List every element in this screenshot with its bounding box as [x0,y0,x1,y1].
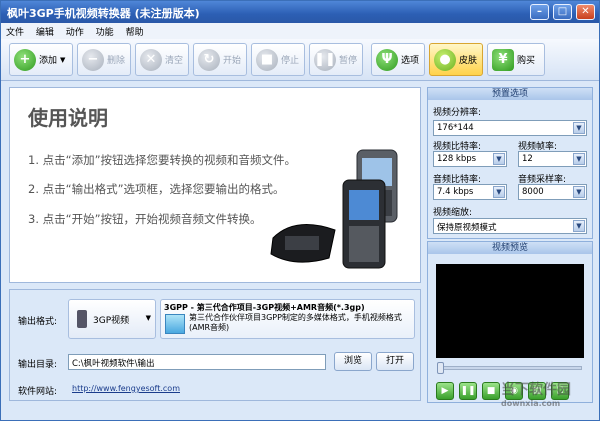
pause-icon: ❚❚ [460,386,476,396]
pause-label: 暂停 [339,56,358,66]
minus-icon: − [82,48,104,71]
video-scale-label: 视频缩放: [433,208,473,218]
start-button[interactable]: ↻ 开始 [193,43,247,76]
browse-button[interactable]: 浏览 [334,352,372,371]
chevron-down-icon: ▼ [145,314,151,322]
sample-rate-value: 8000 [522,187,544,197]
skin-label: 皮肤 [459,56,478,66]
output-format-button[interactable]: 3GP视频 ▼ [68,299,156,339]
chevron-down-icon: ▼ [573,153,585,165]
start-label: 开始 [223,56,242,66]
menu-function[interactable]: 功能 [91,23,118,38]
seek-slider-handle[interactable] [437,362,444,374]
stop-icon: ■ [256,48,278,71]
maximize-button[interactable]: □ [553,4,572,20]
menu-file[interactable]: 文件 [1,23,28,38]
add-label: 添加 [39,56,58,66]
output-format-value: 3GP视频 [93,315,130,326]
preset-header: 预置选项 [428,88,592,100]
watermark-text: 当下软件园 [501,382,571,398]
instruction-step-1: 1. 点击“添加”按钮选择您要转换的视频和音频文件。 [28,153,297,167]
resolution-value: 176*144 [437,123,474,133]
chevron-down-icon: ▼ [493,186,505,198]
frame-rate-select[interactable]: 12 ▼ [518,151,587,167]
clear-button[interactable]: ✕ 清空 [135,43,189,76]
clear-icon: ✕ [140,48,162,71]
preview-header: 视频预览 [428,242,592,254]
format-title: 3GPP - 第三代合作项目-3GP视频+AMR音频(*.3gp) [164,303,365,312]
phones-illustration [270,149,398,269]
video-screen [436,264,584,358]
buy-button[interactable]: ¥ 购买 [487,43,545,76]
chevron-down-icon: ▼ [60,55,66,64]
instruction-step-3: 3. 点击“开始”按钮，开始视频音频文件转换。 [28,212,262,226]
app-window: 枫叶3GP手机视频转换器 (未注册版本) – □ ✕ 文件 编辑 动作 功能 帮… [0,0,600,421]
chevron-down-icon: ▼ [573,122,585,134]
delete-button[interactable]: − 删除 [77,43,131,76]
file-list-area[interactable]: 使用说明 1. 点击“添加”按钮选择您要转换的视频和音频文件。 2. 点击“输出… [9,87,421,283]
seek-slider[interactable] [437,362,582,374]
close-button[interactable]: ✕ [576,4,595,20]
website-label: 软件网站: [18,387,58,397]
audio-bitrate-value: 7.4 kbps [437,187,474,197]
cart-icon: ¥ [492,48,514,71]
chevron-down-icon: ▼ [573,220,585,232]
stop-label: 停止 [281,56,300,66]
options-button[interactable]: Ψ 选项 [371,43,425,76]
menu-action[interactable]: 动作 [61,23,88,38]
menu-bar: 文件 编辑 动作 功能 帮助 [1,23,599,39]
pause-icon: ❚❚ [314,48,336,71]
settings-icon: Ψ [376,48,398,71]
video-bitrate-select[interactable]: 128 kbps ▼ [433,151,507,167]
pause-button[interactable]: ❚❚ 暂停 [309,43,363,76]
website-link[interactable]: http://www.fengyesoft.com [72,384,180,393]
menu-edit[interactable]: 编辑 [31,23,58,38]
frame-rate-value: 12 [522,154,533,164]
audio-bitrate-select[interactable]: 7.4 kbps ▼ [433,184,507,200]
phone-icon [77,310,87,328]
open-button[interactable]: 打开 [376,352,414,371]
stop-icon: ■ [486,386,496,396]
format-description[interactable]: 3GPP - 第三代合作项目-3GP视频+AMR音频(*.3gp) 第三代合作伙… [160,299,415,339]
plus-icon: + [14,48,36,71]
options-label: 选项 [401,56,420,66]
video-scale-select[interactable]: 保持原视频模式 ▼ [433,218,587,234]
play-button[interactable]: ▶ [436,382,454,400]
add-button[interactable]: + 添加 ▼ [9,43,73,76]
apple-icon: ● [434,48,456,71]
sample-rate-select[interactable]: 8000 ▼ [518,184,587,200]
pause-preview-button[interactable]: ❚❚ [459,382,477,400]
output-settings-panel: 输出格式: 3GP视频 ▼ 3GPP - 第三代合作项目-3GP视频+AMR音频… [9,289,421,401]
output-format-label: 输出格式: [18,317,58,327]
format-file-icon [165,314,185,334]
skin-button[interactable]: ● 皮肤 [429,43,483,76]
buy-label: 购买 [517,56,536,66]
delete-label: 删除 [107,56,126,66]
instructions-title: 使用说明 [28,106,108,130]
output-dir-input[interactable]: C:\枫叶视频软件\输出 [68,354,326,370]
video-scale-value: 保持原视频模式 [437,223,497,233]
menu-help[interactable]: 帮助 [121,23,148,38]
watermark: 当下软件园 downxia.com [501,379,597,419]
video-bitrate-value: 128 kbps [437,154,477,164]
play-icon: ▶ [441,386,449,396]
refresh-icon: ↻ [198,48,220,71]
output-dir-label: 输出目录: [18,360,58,370]
format-desc-text: 第三代合作伙伴项目3GPP制定的多媒体格式，手机视频格式 (AMR音频) [189,313,402,332]
stop-preview-button[interactable]: ■ [482,382,500,400]
resolution-select[interactable]: 176*144 ▼ [433,120,587,136]
chevron-down-icon: ▼ [573,186,585,198]
title-bar: 枫叶3GP手机视频转换器 (未注册版本) – □ ✕ [1,1,599,23]
toolbar: + 添加 ▼ − 删除 ✕ 清空 ↻ 开始 ■ 停止 ❚❚ 暂停 Ψ 选项 ● [1,39,599,81]
preset-options-panel: 预置选项 视频分辨率: 176*144 ▼ 视频比特率: 128 kbps ▼ … [427,87,593,239]
resolution-label: 视频分辨率: [433,108,482,118]
clear-label: 清空 [165,56,184,66]
stop-button[interactable]: ■ 停止 [251,43,305,76]
minimize-button[interactable]: – [530,4,549,20]
instruction-step-2: 2. 点击“输出格式”选项框，选择您要输出的格式。 [28,182,285,196]
watermark-sub: downxia.com [501,399,561,408]
window-title: 枫叶3GP手机视频转换器 (未注册版本) [7,7,200,20]
chevron-down-icon: ▼ [493,153,505,165]
